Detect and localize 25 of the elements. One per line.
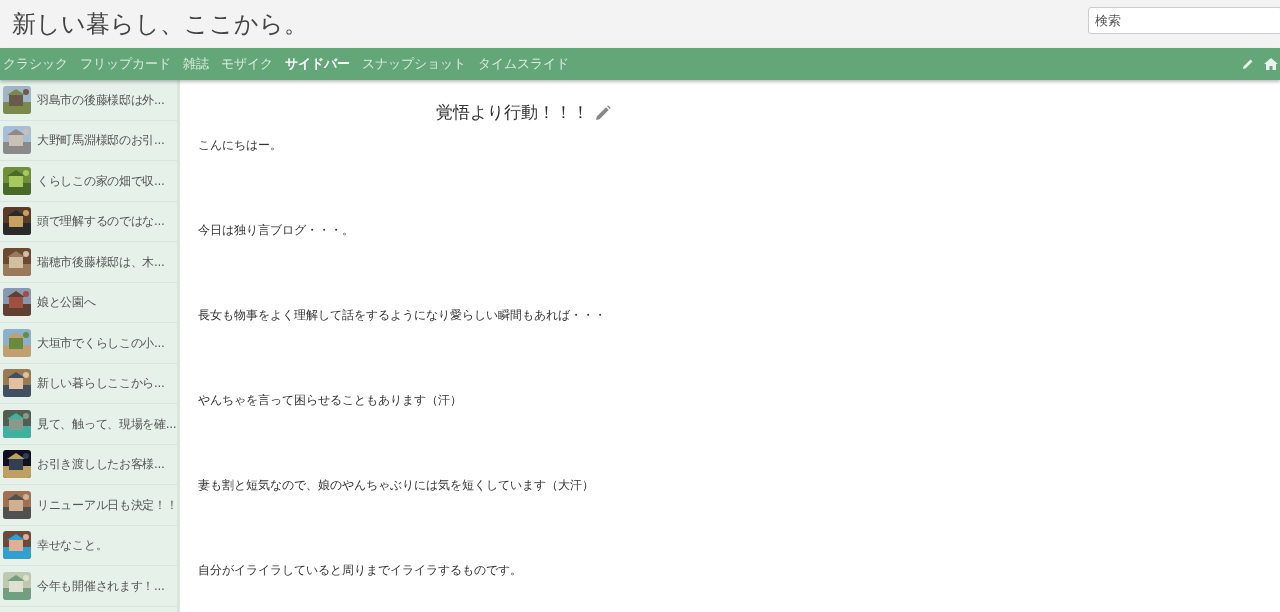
sidebar-item[interactable]: リニューアル日も決定！！ <box>0 485 177 526</box>
sidebar-item[interactable]: 羽島市の後藤様邸は外... <box>0 80 177 121</box>
pencil-icon[interactable] <box>1242 58 1254 70</box>
edit-icon[interactable] <box>594 104 611 121</box>
post-title: 覚悟より行動！！！ <box>435 101 589 124</box>
paragraph: 今日は独り言ブログ・・・。 <box>198 221 355 239</box>
sidebar-item[interactable]: 娘と公園へ <box>0 282 177 323</box>
sidebar-item[interactable]: 大野町馬淵様邸のお引... <box>0 120 177 161</box>
sidebar-item[interactable]: お引き渡ししたお客様... <box>0 444 177 485</box>
sidebar-item[interactable]: くらしこの家の畑で収... <box>0 161 177 202</box>
sidebar-item[interactable]: 見て、触って、現場を確... <box>0 404 177 445</box>
search-field[interactable]: 検索 <box>1088 6 1280 34</box>
sidebar-item[interactable]: 瑞穂市後藤様邸は、木... <box>0 242 177 283</box>
paragraph: やんちゃを言って困らせることもあります（汗） <box>198 391 463 409</box>
paragraph: 長女も物事をよく理解して話をするようになり愛らしい瞬間もあれば・・・ <box>198 306 607 324</box>
site-title: 新しい暮らし、ここから。 <box>12 9 308 40</box>
sidebar-item[interactable]: 頭で理解するのではな... <box>0 201 177 242</box>
paragraph: こんにちはー。 <box>198 136 283 154</box>
sidebar-item[interactable]: 幸せなこと。 <box>0 525 177 566</box>
sidebar-item[interactable]: 大垣市でくらしこの小... <box>0 323 177 364</box>
paragraph: 自分がイライラしていると周りまでイライラするものです。 <box>198 561 523 579</box>
sidebar-item[interactable]: 新しい暮らしここから... <box>0 363 177 404</box>
home-icon[interactable] <box>1264 58 1278 70</box>
sidebar-item[interactable]: 今年も開催されます！... <box>0 566 177 607</box>
paragraph: 妻も割と短気なので、娘のやんちゃぶりには気を短くしています（大汗） <box>198 476 595 494</box>
